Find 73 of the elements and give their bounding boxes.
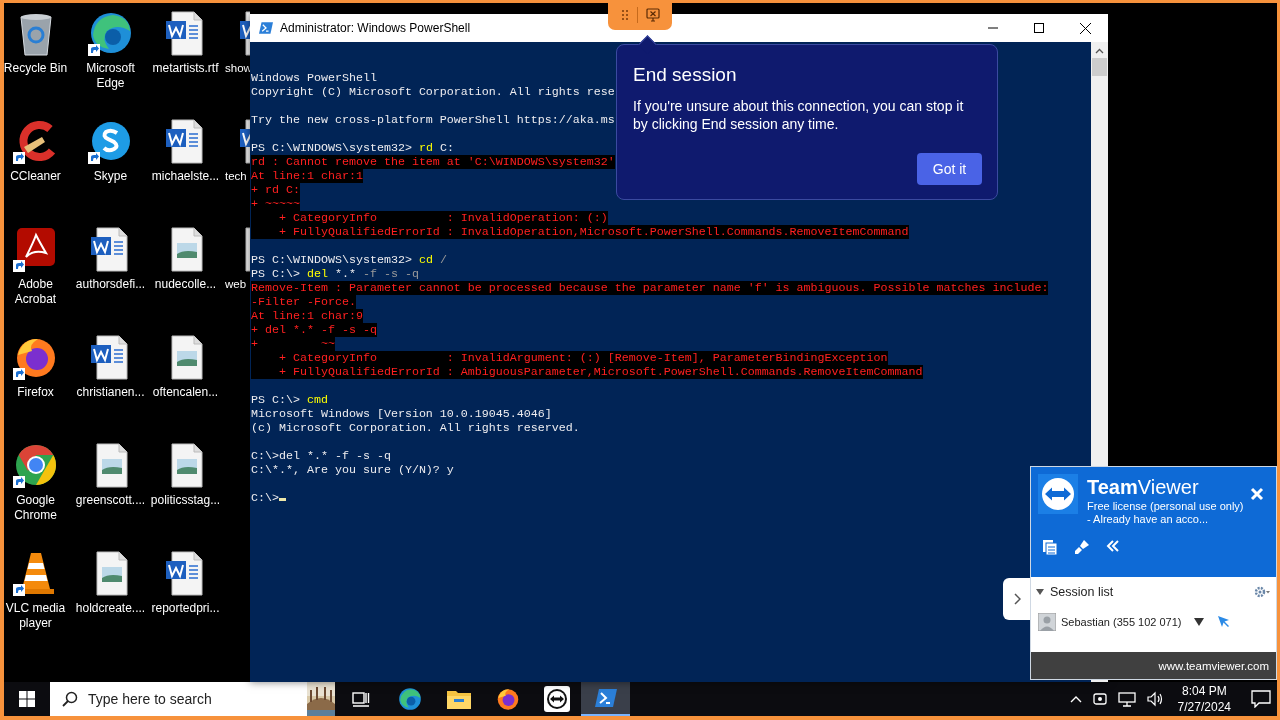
icon-label: christianen... [76, 385, 145, 400]
popup-title: End session [633, 63, 738, 87]
search-field[interactable]: Type here to search [50, 682, 307, 716]
clipboard-icon[interactable] [1042, 539, 1058, 555]
expand-triangle-icon[interactable] [1035, 587, 1045, 597]
chevron-right-icon [1013, 593, 1021, 605]
avatar-icon [1038, 613, 1056, 631]
edge-icon [396, 686, 423, 712]
cursor-arrow-icon[interactable] [1217, 615, 1232, 629]
close-icon[interactable] [1079, 22, 1091, 34]
console-line: Copyright (C) Microsoft Corporation. All rights rese [251, 85, 615, 99]
terminal-icon [258, 21, 274, 35]
icon-label: Recycle Bin [3, 61, 68, 76]
console-line: PS C:\> del *.* -f -s -q [251, 267, 419, 281]
chevron-up-icon[interactable] [1069, 695, 1082, 703]
website-link[interactable]: www.teamviewer.com [1031, 652, 1276, 679]
brush-icon[interactable] [1074, 539, 1090, 555]
icon-label: VLC media player [4, 601, 67, 631]
network-icon[interactable] [1117, 691, 1136, 707]
settings-icon[interactable] [1254, 585, 1270, 599]
section-heading: Session list [1050, 585, 1114, 599]
icon-label: greenscott.... [75, 493, 146, 508]
console-line: C:\> [251, 491, 286, 505]
console-line: PS C:\WINDOWS\system32> cd / [251, 253, 447, 267]
popup-text: If you're unsure about this connection, you can stop it by clicking End session any time. [633, 97, 965, 133]
panel-toggle-tab[interactable] [1003, 578, 1031, 620]
icon-label: Firefox [17, 385, 54, 400]
icon-label: Adobe Acrobat [13, 277, 58, 307]
icon-label: Skype [93, 169, 128, 184]
console-line: Try the new cross-platform PowerShell https://aka.ms [251, 113, 615, 127]
session-name[interactable]: Sebastian (355 102 071) [1061, 616, 1182, 628]
dropdown-icon[interactable] [1194, 618, 1205, 626]
icon-label: holdcreate.... [75, 601, 146, 616]
icon-label: reportedpri... [151, 601, 220, 616]
license-text: Free license (personal use only) - Already have an acco... [1087, 500, 1245, 526]
terminal-icon [593, 687, 618, 709]
notification-icon[interactable] [1251, 690, 1271, 708]
clock-date[interactable]: 7/27/2024 [1177, 699, 1231, 715]
icon-label: politicsstag... [150, 493, 221, 508]
console-line: (c) Microsoft Corporation. All rights reserved. [251, 421, 580, 435]
console-line: PS C:\WINDOWS\system32> rd C: [251, 141, 454, 155]
icon-label: Google Chrome [13, 493, 58, 523]
console-line: C:\>del *.* -f -s -q [251, 449, 391, 463]
drag-handle-icon[interactable] [620, 9, 629, 21]
icon-label: authorsdefi... [75, 277, 146, 292]
maximize-icon[interactable] [1034, 23, 1044, 33]
camera-icon[interactable] [1091, 691, 1108, 707]
clock-time[interactable]: 8:04 PM [1177, 683, 1231, 699]
search-icon [62, 691, 78, 707]
console-line: C:\*.*, Are you sure (Y/N)? y [251, 463, 454, 477]
double-arrow-icon [543, 686, 570, 712]
icon-label: michaelste... [151, 169, 220, 184]
app-title: TeamViewer [1087, 476, 1200, 498]
icon-label: web [225, 277, 247, 292]
window-title: Administrator: Windows PowerShell [280, 21, 471, 35]
scroll-up-icon[interactable] [1095, 48, 1104, 54]
got-it-button[interactable]: Got it [917, 153, 982, 185]
scroll-thumb[interactable] [1092, 58, 1107, 76]
volume-icon[interactable] [1145, 691, 1164, 707]
windows-icon[interactable] [19, 691, 35, 707]
icon-label: nudecolle... [154, 277, 217, 292]
task-view-icon [351, 690, 370, 708]
end-session-icon[interactable] [645, 8, 660, 22]
icon-label: Microsoft Edge [85, 61, 136, 91]
double-arrow-logo-icon [1038, 474, 1078, 514]
icon-label: oftencalen... [152, 385, 219, 400]
icon-label: CCleaner [10, 169, 61, 184]
console-line: Windows PowerShell [251, 71, 377, 85]
icon-label: metartists.rtf [152, 61, 219, 76]
console-line: PS C:\> cmd [251, 393, 328, 407]
icon-label: tech [225, 169, 247, 184]
taskbar-app[interactable] [581, 682, 630, 716]
console-line: Microsoft Windows [Version 10.0.19045.4046] [251, 407, 552, 421]
